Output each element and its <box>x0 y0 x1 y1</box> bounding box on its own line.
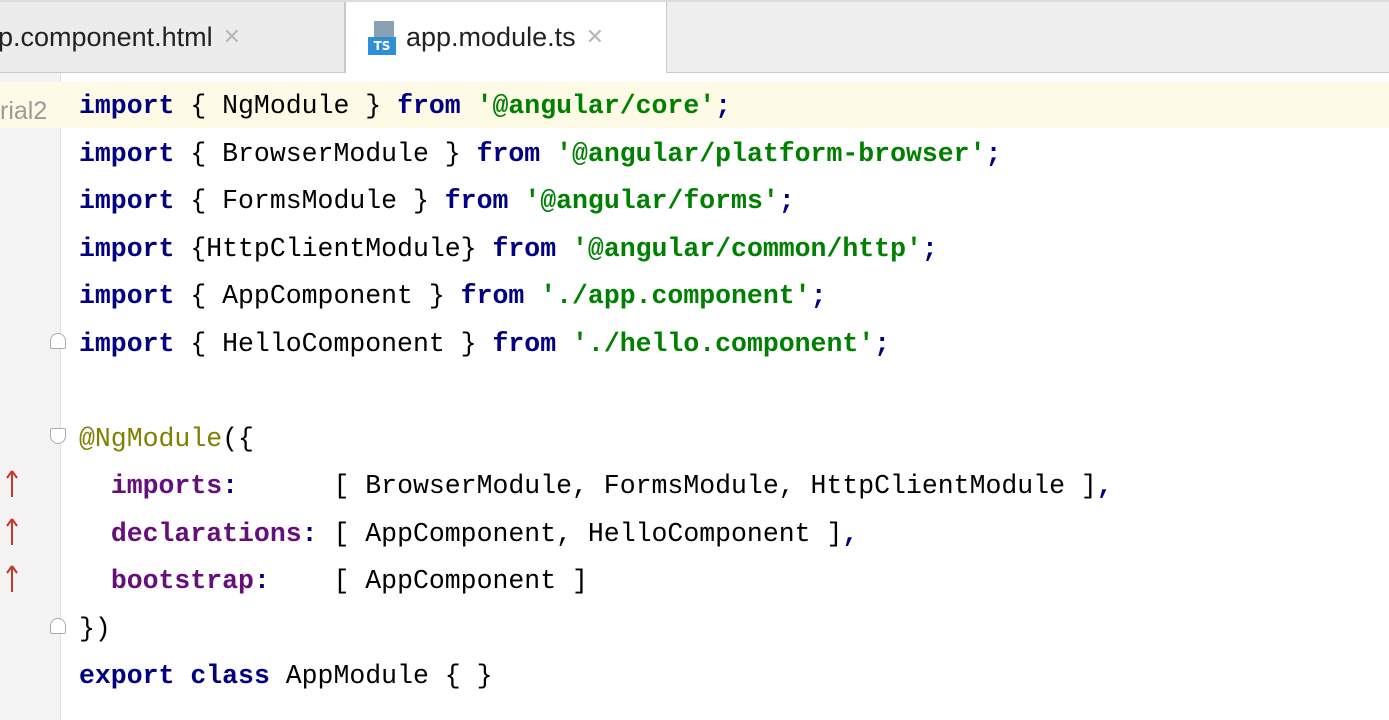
close-icon[interactable]: ✕ <box>223 25 241 50</box>
tab-app-module-ts[interactable]: TS app.module.ts ✕ <box>345 2 667 73</box>
code-token: '@angular/platform-browser' <box>556 138 986 169</box>
code-token: '@angular/core' <box>476 91 716 121</box>
code-token: declarations <box>110 518 302 549</box>
code-token: { FormsModule } <box>174 186 445 216</box>
code-token: import <box>79 91 175 121</box>
code-token: imports <box>110 471 223 501</box>
code-line-text: export class AppModule { } <box>79 659 492 693</box>
code-token: import <box>79 138 175 169</box>
code-token: from <box>397 91 461 121</box>
code-token: import <box>79 281 175 311</box>
code-token: , <box>1096 471 1113 501</box>
code-token: import <box>79 186 175 216</box>
code-line[interactable]: import {HttpClientModule} from '@angular… <box>0 225 1389 271</box>
code-token: class <box>190 661 270 691</box>
code-token: ; <box>778 186 795 216</box>
fold-end-icon[interactable] <box>50 617 66 634</box>
code-token: ; <box>921 233 938 264</box>
code-token: : <box>222 471 239 501</box>
code-line[interactable]: export class AppModule { } <box>0 652 1389 698</box>
code-token: {HttpClientModule} <box>174 233 493 264</box>
code-token: : <box>253 566 270 596</box>
code-token: from <box>460 281 525 311</box>
ts-badge: TS <box>368 36 396 55</box>
code-token: './hello.component' <box>572 328 875 359</box>
code-token: import <box>79 328 175 359</box>
code-line-text: }) <box>79 612 111 646</box>
code-token: : <box>301 518 318 549</box>
code-token: ({ <box>222 423 254 454</box>
code-token: import <box>79 233 175 264</box>
code-token: { BrowserModule } <box>174 138 477 169</box>
tab-app-component-html[interactable]: p.component.html ✕ <box>0 2 345 72</box>
up-arrow-icon[interactable] <box>4 469 20 499</box>
code-line[interactable]: import { AppComponent } from './app.comp… <box>0 272 1389 318</box>
up-arrow-icon[interactable] <box>4 517 20 547</box>
code-line[interactable] <box>0 367 1389 413</box>
code-token: , <box>842 518 859 549</box>
code-token: from <box>492 233 557 264</box>
code-token: ; <box>874 328 891 359</box>
code-token: { AppComponent } <box>174 281 461 311</box>
code-token: { NgModule } <box>174 91 398 121</box>
code-token: ; <box>810 281 827 311</box>
code-line-text: imports: [ BrowserModule, FormsModule, H… <box>79 469 1113 503</box>
code-line[interactable]: bootstrap: [ AppComponent ] <box>0 557 1389 603</box>
code-token: export <box>79 661 175 691</box>
code-token: from <box>492 328 557 359</box>
code-line-text: declarations: [ AppComponent, HelloCompo… <box>79 517 858 551</box>
code-line[interactable]: import { FormsModule } from '@angular/fo… <box>0 177 1389 223</box>
code-token: [ AppComponent ] <box>269 566 588 596</box>
code-line-text: bootstrap: [ AppComponent ] <box>79 564 588 598</box>
code-token: '@angular/common/http' <box>572 233 922 264</box>
code-token: from <box>476 138 541 169</box>
code-token: AppModule { } <box>269 661 493 691</box>
code-token: @NgModule <box>79 423 223 454</box>
up-arrow-icon[interactable] <box>4 564 20 594</box>
editor-tab-bar: p.component.html ✕ TS app.module.ts ✕ <box>0 0 1389 73</box>
code-token: from <box>444 186 509 216</box>
code-line[interactable]: declarations: [ AppComponent, HelloCompo… <box>0 510 1389 556</box>
breadcrumb: rial2 <box>0 97 48 125</box>
code-token: { HelloComponent } <box>174 328 493 359</box>
code-line[interactable]: @NgModule({ <box>0 415 1389 461</box>
code-line[interactable]: import { HelloComponent } from './hello.… <box>0 320 1389 366</box>
code-line-text: import { FormsModule } from '@angular/fo… <box>79 184 795 218</box>
code-token: ; <box>985 138 1002 169</box>
code-line-text: import { AppComponent } from './app.comp… <box>79 279 826 313</box>
tab-label: p.component.html <box>0 21 213 52</box>
code-line[interactable]: }) <box>0 605 1389 651</box>
code-line-text: import { BrowserModule } from '@angular/… <box>79 137 1001 171</box>
typescript-file-icon: TS <box>368 20 398 55</box>
code-token: bootstrap <box>110 566 254 596</box>
code-token: ; <box>715 91 732 121</box>
close-icon[interactable]: ✕ <box>586 25 604 50</box>
code-line-text: @NgModule({ <box>79 422 254 456</box>
code-line-text: import { HelloComponent } from './hello.… <box>79 327 890 361</box>
fold-collapse-icon[interactable] <box>50 427 66 444</box>
code-token: './app.component' <box>540 281 811 311</box>
tab-label: app.module.ts <box>406 22 576 52</box>
code-token: }) <box>79 613 111 644</box>
fold-end-icon[interactable] <box>50 332 66 349</box>
code-editor[interactable]: rial2 import { NgModule } from '@angular… <box>0 73 1389 720</box>
code-token: '@angular/forms' <box>524 186 779 216</box>
code-token: [ AppComponent, HelloComponent ] <box>317 518 843 549</box>
code-line[interactable]: import { NgModule } from '@angular/core'… <box>0 82 1389 128</box>
code-line-text: import { NgModule } from '@angular/core'… <box>79 89 731 123</box>
code-token: [ BrowserModule, FormsModule, HttpClient… <box>238 471 1097 501</box>
code-line-text: import {HttpClientModule} from '@angular… <box>79 232 938 266</box>
code-line[interactable]: imports: [ BrowserModule, FormsModule, H… <box>0 462 1389 508</box>
code-line[interactable]: import { BrowserModule } from '@angular/… <box>0 130 1389 176</box>
